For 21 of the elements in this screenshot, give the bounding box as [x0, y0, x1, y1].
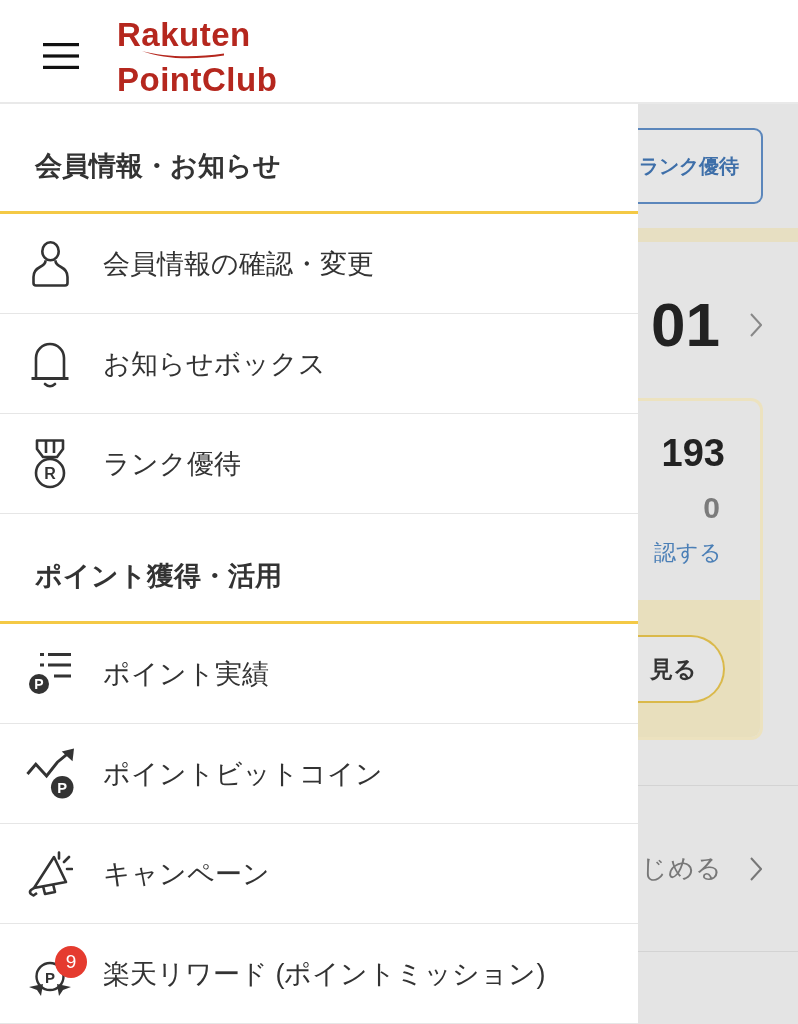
megaphone-icon: [27, 850, 73, 897]
person-icon: [31, 240, 69, 287]
menu-item[interactable]: P ポイントビットコイン: [0, 724, 638, 824]
menu-item[interactable]: キャンペーン: [0, 824, 638, 924]
logo-text: Rakuten: [117, 18, 251, 51]
menu-item[interactable]: P ポイント実績: [0, 624, 638, 724]
menu-item[interactable]: P 9 楽天リワード (ポイントミッション): [0, 924, 638, 1024]
view-button[interactable]: 見る: [638, 635, 725, 703]
menu-icon[interactable]: [43, 43, 79, 69]
menu-item[interactable]: お知らせボックス: [0, 314, 638, 414]
point-value: 193: [661, 431, 725, 475]
list-row[interactable]: じめる: [638, 786, 798, 951]
chevron-icon: [750, 856, 762, 881]
menu-item[interactable]: R ランク優待: [0, 414, 638, 514]
menu-item[interactable]: 会員情報の確認・変更: [0, 214, 638, 314]
logo-text: PointClub: [117, 63, 278, 96]
point-total: 01: [651, 290, 720, 360]
chevron-icon: [750, 313, 762, 337]
notification-badge: 9: [55, 945, 87, 978]
rank-button[interactable]: ランク優待: [638, 128, 763, 204]
point-value: 0: [703, 490, 720, 526]
